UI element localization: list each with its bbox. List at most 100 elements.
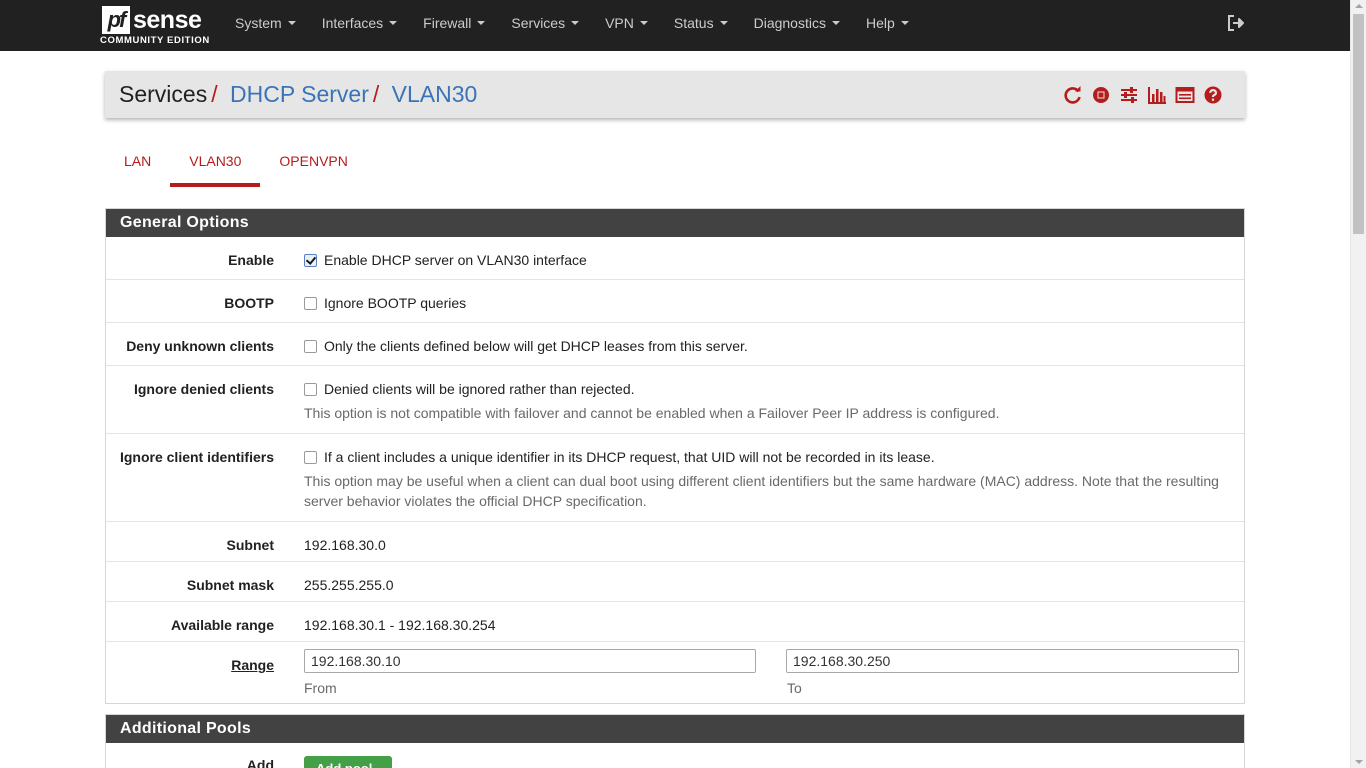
- checkbox-text: Only the clients defined below will get …: [324, 338, 748, 354]
- chart-icon[interactable]: [1147, 85, 1167, 105]
- menu-label: Firewall: [423, 15, 472, 31]
- field-content: Denied clients will be ignored rather th…: [304, 381, 1236, 423]
- field-label: Ignore client identifiers: [119, 449, 274, 465]
- checkbox-text: If a client includes a unique identifier…: [324, 449, 935, 465]
- menu-interfaces[interactable]: Interfaces: [309, 0, 410, 51]
- menu-diagnostics[interactable]: Diagnostics: [741, 0, 853, 51]
- logo-mark: pf: [102, 6, 130, 34]
- field-label: Ignore denied clients: [133, 381, 274, 397]
- checkbox-text: Denied clients will be ignored rather th…: [324, 381, 635, 397]
- subnet-mask-value: 255.255.255.0: [304, 577, 394, 593]
- breadcrumb-vlan30[interactable]: VLAN30: [392, 81, 478, 107]
- caret-down-icon: [287, 21, 296, 26]
- stop-icon[interactable]: [1091, 85, 1111, 105]
- scrollbar-thumb[interactable]: [1353, 14, 1364, 234]
- breadcrumb-dhcp-server[interactable]: DHCP Server: [230, 81, 369, 107]
- checkbox-text: Enable DHCP server on VLAN30 interface: [324, 252, 587, 268]
- caret-down-icon: [719, 21, 728, 26]
- page-scrollbar[interactable]: [1350, 0, 1366, 768]
- caret-down-icon: [900, 21, 909, 26]
- logo-wordmark: sense: [133, 6, 202, 34]
- menu-label: Help: [865, 15, 895, 31]
- row-ignore-denied: Ignore denied clients Denied clients wil…: [106, 366, 1244, 434]
- field-content: Enable DHCP server on VLAN30 interface: [304, 252, 1236, 268]
- field-label: Available range: [171, 617, 274, 633]
- caret-down-icon: [831, 21, 840, 26]
- menu-system[interactable]: System: [222, 0, 309, 51]
- menu-label: Diagnostics: [753, 15, 826, 31]
- menu-label: System: [235, 15, 282, 31]
- pfsense-logo[interactable]: pf sense COMMUNITY EDITION: [100, 5, 210, 47]
- range-from-label: From: [304, 680, 337, 696]
- scroll-up-icon[interactable]: [1355, 4, 1363, 8]
- logo-edition: COMMUNITY EDITION: [100, 35, 210, 46]
- field-label: Deny unknown clients: [126, 338, 274, 354]
- additional-pools-panel: Additional Pools Add Add pool: [105, 714, 1245, 768]
- row-add-pool: Add Add pool: [106, 743, 1244, 768]
- row-available-range: Available range 192.168.30.1 - 192.168.3…: [106, 602, 1244, 642]
- available-range-value: 192.168.30.1 - 192.168.30.254: [304, 617, 496, 633]
- add-pool-button[interactable]: Add pool: [304, 756, 392, 768]
- menu-label: Interfaces: [321, 15, 384, 31]
- menu-status[interactable]: Status: [661, 0, 741, 51]
- tab-vlan30[interactable]: VLAN30: [170, 145, 261, 187]
- field-content: If a client includes a unique identifier…: [304, 449, 1236, 511]
- caret-down-icon: [639, 21, 648, 26]
- panel-title: Additional Pools: [106, 715, 1244, 743]
- panel-title: General Options: [106, 209, 1244, 237]
- row-deny-unknown: Deny unknown clients Only the clients de…: [106, 323, 1244, 366]
- breadcrumb-services: Services: [119, 81, 208, 107]
- breadcrumb-bar: Services / DHCP Server / VLAN30: [105, 71, 1245, 118]
- caret-down-icon: [477, 21, 486, 26]
- field-label: Add: [246, 757, 274, 768]
- general-options-panel: General Options Enable Enable DHCP serve…: [105, 208, 1245, 704]
- menu-help[interactable]: Help: [853, 0, 922, 51]
- ignore-client-ids-checkbox[interactable]: [304, 450, 317, 464]
- checkbox-text: Ignore BOOTP queries: [324, 295, 467, 311]
- breadcrumb-separator: /: [211, 81, 218, 107]
- range-to-input[interactable]: [786, 649, 1239, 673]
- enable-checkbox[interactable]: [304, 253, 317, 267]
- row-subnet-mask: Subnet mask 255.255.255.0: [106, 562, 1244, 602]
- menu-label: VPN: [605, 15, 634, 31]
- bootp-checkbox[interactable]: [304, 296, 317, 310]
- breadcrumb-separator: /: [372, 81, 380, 107]
- menu-label: Status: [673, 15, 714, 31]
- top-navbar: pf sense COMMUNITY EDITION System Interf…: [0, 0, 1350, 51]
- ignore-denied-checkbox[interactable]: [304, 382, 317, 396]
- row-ignore-client-ids: Ignore client identifiers If a client in…: [106, 434, 1244, 522]
- menu-label: Services: [511, 15, 566, 31]
- row-range: Range From To: [106, 642, 1244, 703]
- help-text-line-2: server behavior violates the official DH…: [304, 493, 647, 509]
- help-icon[interactable]: [1203, 85, 1223, 105]
- caret-down-icon: [389, 21, 398, 26]
- settings-sliders-icon[interactable]: [1119, 85, 1139, 105]
- menu-firewall[interactable]: Firewall: [410, 0, 498, 51]
- help-text: This option is not compatible with failo…: [304, 405, 1000, 421]
- tab-lan[interactable]: LAN: [105, 145, 170, 187]
- field-label: Enable: [228, 252, 274, 268]
- scroll-down-icon[interactable]: [1355, 760, 1363, 764]
- restart-icon[interactable]: [1063, 85, 1083, 105]
- breadcrumb: Services / DHCP Server / VLAN30: [119, 81, 477, 108]
- row-enable: Enable Enable DHCP server on VLAN30 inte…: [106, 237, 1244, 280]
- main-menu: System Interfaces Firewall Services VPN …: [222, 0, 922, 51]
- help-text-line-1: This option may be useful when a client …: [304, 473, 1219, 489]
- subnet-value: 192.168.30.0: [304, 537, 386, 553]
- tab-openvpn[interactable]: OPENVPN: [260, 145, 366, 187]
- field-content: Ignore BOOTP queries: [304, 295, 1236, 311]
- range-to-label: To: [787, 680, 802, 696]
- field-label: BOOTP: [224, 295, 274, 311]
- field-content: Only the clients defined below will get …: [304, 338, 1236, 354]
- interface-tabs: LAN VLAN30 OPENVPN: [105, 145, 367, 187]
- menu-vpn[interactable]: VPN: [592, 0, 661, 51]
- row-bootp: BOOTP Ignore BOOTP queries: [106, 280, 1244, 323]
- range-from-input[interactable]: [304, 649, 756, 673]
- menu-services[interactable]: Services: [498, 0, 592, 51]
- range-label[interactable]: Range: [106, 657, 274, 673]
- caret-down-icon: [571, 21, 580, 26]
- log-icon[interactable]: [1175, 85, 1195, 105]
- logout-icon[interactable]: [1227, 14, 1245, 32]
- deny-unknown-checkbox[interactable]: [304, 339, 317, 353]
- field-label: Subnet mask: [186, 577, 274, 593]
